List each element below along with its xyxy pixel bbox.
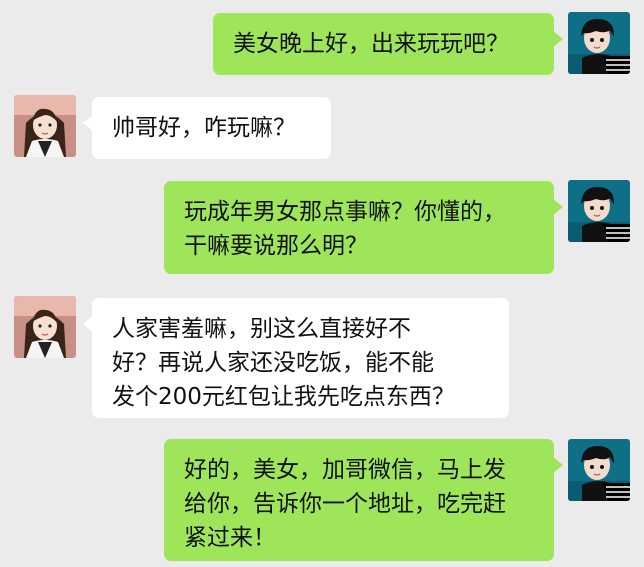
sent-avatar-icon[interactable] <box>568 439 630 501</box>
message-text: 发个200元红包让我先吃点东西？ <box>112 384 455 410</box>
message-text: 好？再说人家还没吃饭，能不能 <box>112 350 434 376</box>
message-text: 好的，美女，加哥微信，马上发 <box>184 457 506 483</box>
message-text: 干嘛要说那么明？ <box>184 233 368 259</box>
message-text: 美女晚上好，出来玩玩吧？ <box>233 31 509 57</box>
message-bubble-sent[interactable]: 玩成年男女那点事嘛？你懂的， 干嘛要说那么明？ <box>164 181 563 274</box>
sent-avatar-icon[interactable] <box>568 180 630 242</box>
message-text: 紧过来！ <box>184 525 276 551</box>
message-text: 玩成年男女那点事嘛？你懂的， <box>184 199 506 225</box>
chat-window: 美女晚上好，出来玩玩吧？ 帅哥好，咋玩嘛？ 玩成年男女那点事嘛？你懂的， 干嘛要… <box>0 0 644 567</box>
sent-avatar-icon[interactable] <box>568 12 630 74</box>
received-avatar-icon[interactable] <box>14 95 76 157</box>
received-avatar-icon[interactable] <box>14 296 76 358</box>
message-bubble-sent[interactable]: 好的，美女，加哥微信，马上发 给你，告诉你一个地址，吃完赶 紧过来！ <box>164 439 563 561</box>
message-bubble-sent[interactable]: 美女晚上好，出来玩玩吧？ <box>213 13 563 75</box>
message-bubble-received[interactable]: 人家害羞嘛，别这么直接好不 好？再说人家还没吃饭，能不能 发个200元红包让我先… <box>83 298 509 418</box>
message-text: 帅哥好，咋玩嘛？ <box>112 115 296 141</box>
message-bubble-received[interactable]: 帅哥好，咋玩嘛？ <box>83 97 331 159</box>
message-text: 人家害羞嘛，别这么直接好不 <box>112 316 411 342</box>
message-text: 给你，告诉你一个地址，吃完赶 <box>184 491 506 517</box>
